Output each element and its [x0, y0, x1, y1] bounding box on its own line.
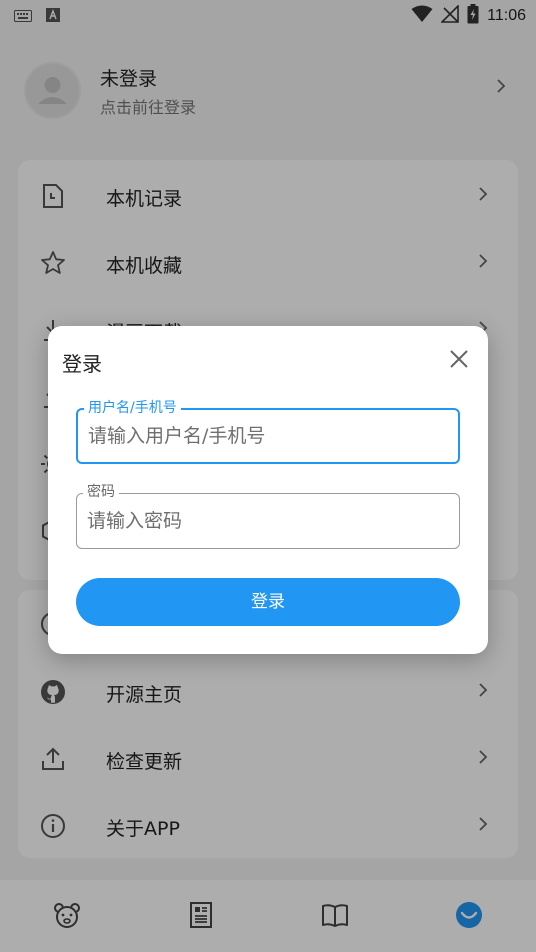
username-field[interactable]: 用户名/手机号 — [76, 399, 460, 464]
login-button[interactable]: 登录 — [76, 578, 460, 626]
close-icon[interactable] — [446, 346, 472, 372]
dialog-title: 登录 — [62, 352, 102, 376]
username-input[interactable] — [88, 410, 448, 462]
login-dialog: 登录 用户名/手机号 密码 登录 — [48, 326, 488, 654]
password-field[interactable]: 密码 — [76, 483, 460, 549]
password-input[interactable] — [87, 494, 447, 548]
